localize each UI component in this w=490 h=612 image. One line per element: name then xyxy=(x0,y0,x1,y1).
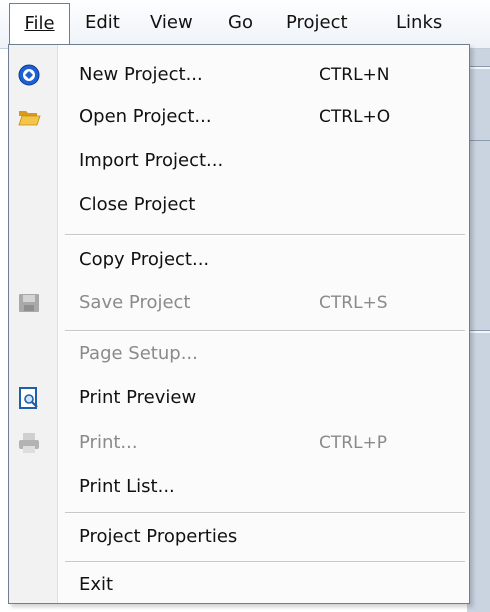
menu-links[interactable]: Links xyxy=(396,0,442,48)
menu-item-shortcut: CTRL+N xyxy=(319,65,390,85)
printer-icon xyxy=(19,433,39,453)
menu-label: View xyxy=(150,12,193,33)
menu-item-open-project[interactable]: Open Project... CTRL+O xyxy=(9,97,469,137)
menu-item-label: Print... xyxy=(79,432,138,453)
menu-item-project-properties[interactable]: Project Properties xyxy=(9,517,469,557)
menu-label: Project xyxy=(286,12,348,33)
menu-item-label: Exit xyxy=(79,574,114,595)
print-preview-icon xyxy=(19,387,38,409)
menu-item-import-project[interactable]: Import Project... xyxy=(9,141,469,181)
menu-file[interactable]: File xyxy=(9,3,70,45)
menu-item-label: Page Setup... xyxy=(79,343,198,364)
menu-item-close-project[interactable]: Close Project xyxy=(9,185,469,225)
menu-item-label: Print List... xyxy=(79,476,175,497)
menu-item-copy-project[interactable]: Copy Project... xyxy=(9,240,469,280)
new-project-icon xyxy=(18,64,40,86)
menu-item-label: Copy Project... xyxy=(79,249,210,270)
menu-label: File xyxy=(24,13,55,34)
menu-go[interactable]: Go xyxy=(228,0,253,48)
menu-label: Edit xyxy=(85,12,120,33)
file-menu-dropdown: New Project... CTRL+N Open Project... CT… xyxy=(8,44,470,604)
menu-item-shortcut: CTRL+O xyxy=(319,107,391,127)
menu-item-page-setup[interactable]: Page Setup... xyxy=(9,334,469,374)
menu-item-label: New Project... xyxy=(79,64,203,85)
menu-item-shortcut: CTRL+S xyxy=(319,293,388,313)
menu-separator xyxy=(65,561,465,563)
menu-item-print-list[interactable]: Print List... xyxy=(9,467,469,507)
background-window-edge xyxy=(467,0,490,612)
menu-item-new-project[interactable]: New Project... CTRL+N xyxy=(9,55,469,95)
menu-item-print[interactable]: Print... CTRL+P xyxy=(9,423,469,463)
folder-open-icon xyxy=(18,111,41,126)
menu-item-label: Open Project... xyxy=(79,106,212,127)
menu-item-label: Import Project... xyxy=(79,150,224,171)
menu-item-print-preview[interactable]: Print Preview xyxy=(9,378,469,418)
menu-separator xyxy=(65,330,465,332)
menu-bar: File Edit View Go Project Links xyxy=(0,0,490,49)
menu-item-label: Close Project xyxy=(79,194,196,215)
menu-edit[interactable]: Edit xyxy=(85,0,120,48)
menu-item-exit[interactable]: Exit xyxy=(9,565,469,605)
menu-item-label: Save Project xyxy=(79,292,191,313)
menu-project[interactable]: Project xyxy=(286,0,348,48)
menu-separator xyxy=(65,512,465,514)
menu-separator xyxy=(65,234,465,236)
menu-label: Go xyxy=(228,12,253,33)
menu-item-shortcut: CTRL+P xyxy=(319,433,388,453)
menu-item-label: Project Properties xyxy=(79,526,238,547)
menu-item-save-project[interactable]: Save Project CTRL+S xyxy=(9,283,469,323)
menu-item-label: Print Preview xyxy=(79,387,197,408)
save-icon xyxy=(19,294,39,312)
menu-label: Links xyxy=(396,12,443,33)
menu-view[interactable]: View xyxy=(150,0,193,48)
